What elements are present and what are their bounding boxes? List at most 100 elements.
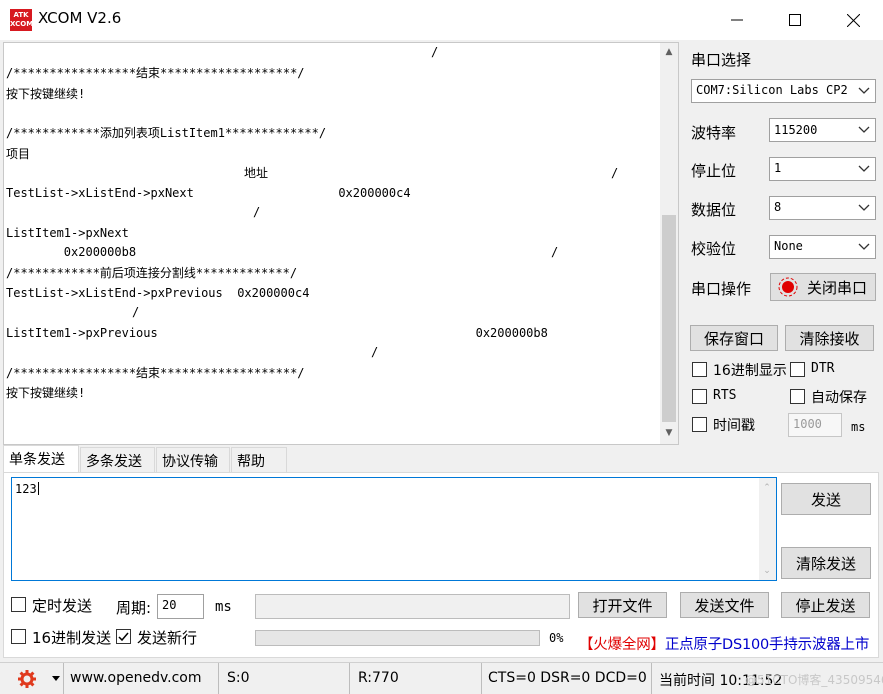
- tab-help[interactable]: 帮助: [231, 447, 287, 472]
- timed-send-label: 定时发送: [32, 597, 93, 615]
- stopbit-select-value: 1: [774, 161, 782, 175]
- scroll-down-icon[interactable]: ⌄: [759, 564, 775, 578]
- port-select[interactable]: COM7:Silicon Labs CP2: [691, 79, 876, 103]
- send-newline-checkbox[interactable]: [116, 629, 131, 644]
- receive-slash: /: [551, 245, 559, 259]
- chevron-down-icon: [858, 165, 870, 172]
- send-file-button[interactable]: 发送文件: [680, 592, 769, 618]
- parity-select[interactable]: None: [769, 235, 876, 259]
- file-path-field[interactable]: [255, 594, 570, 619]
- period-unit: ms: [215, 599, 232, 615]
- receive-slash: /: [371, 345, 379, 359]
- scroll-thumb[interactable]: [662, 215, 676, 422]
- ad-link[interactable]: 【火爆全网】正点原子DS100手持示波器上市: [579, 633, 869, 654]
- receive-line: /*****************结束*******************/: [6, 66, 305, 80]
- stopbit-label: 停止位: [691, 162, 737, 180]
- maximize-icon: [789, 14, 801, 26]
- tab-multi-send[interactable]: 多条发送: [80, 447, 155, 472]
- receive-textarea[interactable]: / /*****************结束******************…: [3, 42, 679, 445]
- chevron-down-icon: [858, 243, 870, 250]
- send-button[interactable]: 发送: [781, 483, 871, 515]
- send-text: 123: [15, 482, 39, 496]
- clear-receive-button[interactable]: 清除接收: [785, 325, 874, 351]
- app-logo-icon: ATK XCOM: [10, 9, 33, 31]
- hex-display-checkbox[interactable]: [692, 362, 707, 377]
- dtr-label: DTR: [811, 361, 835, 376]
- baud-select[interactable]: 115200: [769, 118, 876, 142]
- send-textarea[interactable]: 123 ⌃ ⌄: [11, 477, 777, 581]
- scroll-up-icon[interactable]: ⌃: [759, 481, 775, 495]
- receive-line: /************前后项连接分割线*************/: [6, 266, 298, 280]
- receive-line: 项目: [6, 147, 31, 161]
- dtr-checkbox[interactable]: [790, 362, 805, 377]
- receive-line: ListItem1->pxNext: [6, 226, 129, 240]
- ad-text: 【火爆全网】: [579, 637, 665, 653]
- receive-line: 按下按键继续!: [6, 87, 86, 101]
- status-divider: [651, 663, 652, 694]
- parity-label: 校验位: [691, 240, 737, 258]
- stop-send-button[interactable]: 停止发送: [781, 592, 870, 618]
- databit-select[interactable]: 8: [769, 196, 876, 220]
- auto-save-label: 自动保存: [811, 390, 867, 406]
- ad-text-rest: 正点原子DS100手持示波器上市: [664, 637, 870, 653]
- status-divider: [481, 663, 482, 694]
- send-newline-label: 发送新行: [137, 629, 198, 647]
- scroll-up-icon[interactable]: ▲: [661, 45, 677, 59]
- dropdown-arrow-icon[interactable]: [52, 676, 60, 682]
- hex-send-checkbox[interactable]: [11, 629, 26, 644]
- send-scrollbar[interactable]: ⌃ ⌄: [759, 478, 776, 580]
- maximize-button[interactable]: [766, 0, 824, 40]
- auto-save-checkbox[interactable]: [790, 389, 805, 404]
- close-window-button[interactable]: [824, 0, 882, 40]
- receive-slash: /: [253, 205, 261, 219]
- receive-line: TestList->xListEnd->pxPrevious 0x200000c…: [6, 286, 310, 300]
- period-label: 周期:: [116, 599, 152, 617]
- close-port-button[interactable]: 关闭串口: [770, 273, 876, 301]
- parity-select-value: None: [774, 239, 803, 253]
- period-input[interactable]: 20: [157, 594, 204, 619]
- save-window-button[interactable]: 保存窗口: [690, 325, 778, 351]
- open-file-button[interactable]: 打开文件: [578, 592, 667, 618]
- send-progress-bar: [255, 630, 540, 646]
- rts-checkbox[interactable]: [692, 389, 707, 404]
- receive-header-addr: 地址: [244, 166, 269, 180]
- sent-count: S:0: [227, 670, 250, 686]
- status-divider: [349, 663, 350, 694]
- settings-gear-icon[interactable]: [17, 669, 37, 689]
- window-title: XCOM V2.6: [38, 9, 122, 27]
- receive-content: / /*****************结束******************…: [4, 43, 659, 444]
- status-bar: www.openedv.com S:0 R:770 CTS=0 DSR=0 DC…: [0, 662, 883, 694]
- text-caret: [37, 482, 39, 495]
- status-divider: [63, 663, 64, 694]
- clear-send-button[interactable]: 清除发送: [781, 547, 871, 579]
- timestamp-ms-input[interactable]: 1000: [788, 413, 842, 437]
- close-port-label: 关闭串口: [807, 278, 868, 297]
- minimize-button[interactable]: [708, 0, 766, 40]
- chevron-down-icon: [858, 126, 870, 133]
- port-select-value: COM7:Silicon Labs CP2: [696, 83, 848, 97]
- receive-line: 0x200000b8: [6, 245, 137, 259]
- receive-line: TestList->xListEnd->pxNext 0x200000c4: [6, 186, 411, 200]
- scroll-down-icon[interactable]: ▼: [661, 426, 677, 440]
- receive-slash: /: [132, 305, 140, 319]
- tab-single-send[interactable]: 单条发送: [3, 445, 79, 472]
- tab-protocol[interactable]: 协议传输: [156, 447, 230, 472]
- website-link[interactable]: www.openedv.com: [70, 670, 202, 686]
- port-op-label: 串口操作: [691, 280, 752, 298]
- hex-display-label: 16进制显示: [713, 363, 787, 379]
- timestamp-checkbox[interactable]: [692, 417, 707, 432]
- databit-label: 数据位: [691, 201, 737, 219]
- timestamp-label: 时间戳: [713, 418, 755, 434]
- minimize-icon: [731, 19, 743, 21]
- receive-scrollbar[interactable]: ▲ ▼: [660, 43, 678, 444]
- signal-status: CTS=0 DSR=0 DCD=0: [488, 670, 647, 686]
- stopbit-select[interactable]: 1: [769, 157, 876, 181]
- timed-send-checkbox[interactable]: [11, 597, 26, 612]
- baud-label: 波特率: [691, 124, 737, 142]
- hex-send-label: 16进制发送: [32, 629, 112, 647]
- timestamp-ms-unit: ms: [851, 420, 866, 434]
- xcom-window: ATK XCOM XCOM V2.6 / /*****************结束…: [0, 0, 883, 694]
- baud-select-value: 115200: [774, 123, 818, 137]
- receive-line: /************添加列表项ListItem1*************…: [6, 126, 327, 140]
- send-progress-value: 0%: [549, 631, 564, 645]
